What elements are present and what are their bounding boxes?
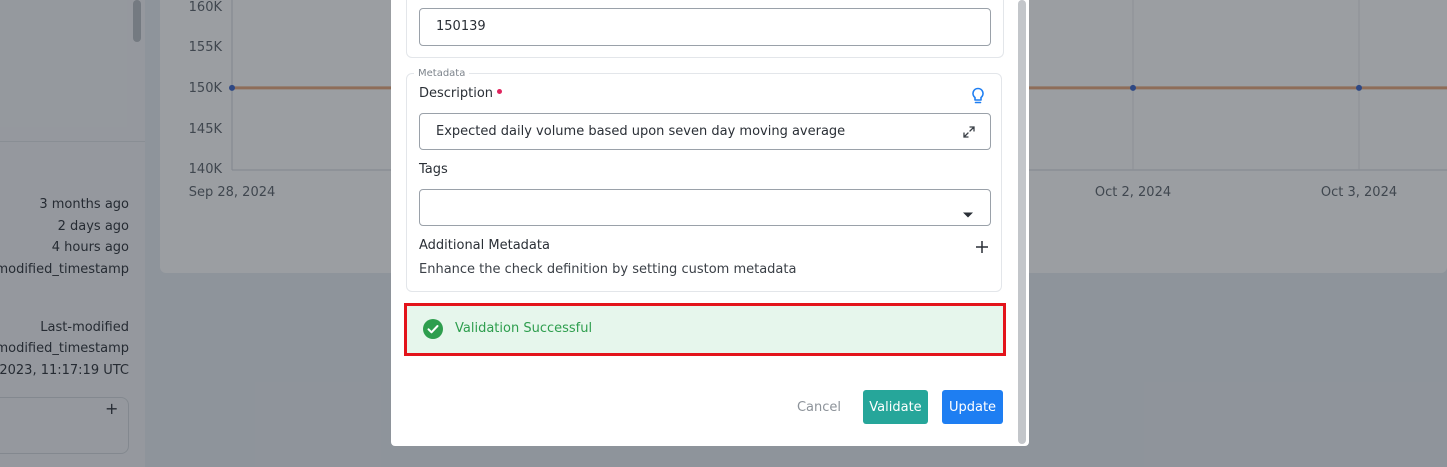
description-input[interactable]: Expected daily volume based upon seven d… [419,113,991,150]
cancel-button[interactable]: Cancel [787,391,851,424]
lightbulb-icon[interactable] [969,86,987,106]
modal-scrollbar[interactable] [1018,0,1026,444]
tags-label: Tags [419,162,448,177]
update-button[interactable]: Update [942,390,1003,424]
additional-metadata-helper: Enhance the check definition by setting … [419,262,797,277]
value-section: 150139 [406,0,1004,58]
additional-metadata-label: Additional Metadata [419,238,550,253]
validation-message: Validation Successful [455,321,593,336]
caret-down-icon[interactable] [962,204,974,218]
description-label: Description [419,86,494,101]
metadata-legend: Metadata [414,68,470,79]
required-indicator [497,89,502,94]
tags-select[interactable] [419,189,991,226]
validate-button[interactable]: Validate [863,390,928,424]
check-circle-icon [423,319,443,339]
plus-icon[interactable] [975,239,989,253]
metadata-section [406,73,1002,292]
value-input-text: 150139 [436,19,486,34]
value-input[interactable]: 150139 [419,8,991,46]
description-input-text: Expected daily volume based upon seven d… [436,124,846,139]
expand-icon[interactable] [962,124,976,138]
